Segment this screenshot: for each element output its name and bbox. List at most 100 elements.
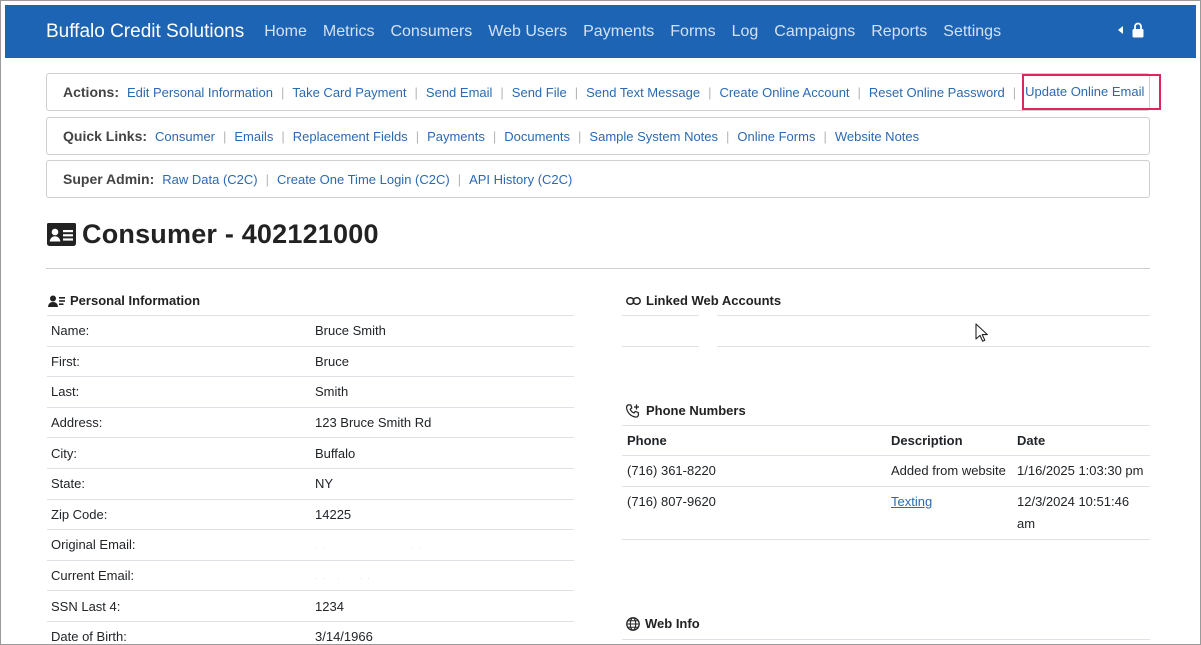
phone-value: (716) 361-8220 [622, 455, 886, 487]
separator: | [414, 84, 418, 100]
nav-right-tools [1118, 22, 1144, 38]
create-one-time-login-link[interactable]: Create One Time Login (C2C) [277, 172, 450, 187]
divider [622, 639, 1150, 640]
send-email-link[interactable]: Send Email [426, 85, 492, 100]
field-value: Bruce [311, 345, 574, 377]
separator: | [500, 84, 504, 100]
field-label: Date of Birth: [47, 620, 311, 645]
linked-accounts-row [622, 315, 1150, 347]
nav-home[interactable]: Home [256, 23, 315, 41]
mouse-pointer-icon [975, 323, 988, 342]
quick-link-online-forms[interactable]: Online Forms [737, 129, 815, 144]
row-gap [699, 315, 717, 318]
field-value: 1234 [311, 590, 574, 622]
personal-info-heading: Personal Information [48, 293, 200, 308]
web-info-title: Web Info [645, 616, 700, 631]
caret-left-icon[interactable] [1118, 26, 1123, 34]
separator: | [574, 84, 579, 100]
separator: | [708, 84, 712, 100]
nav-campaigns[interactable]: Campaigns [766, 23, 863, 41]
field-label: Zip Code: [47, 498, 311, 530]
personal-info-title: Personal Information [70, 293, 201, 308]
separator: | [223, 128, 227, 144]
linked-web-accounts-title: Linked Web Accounts [646, 293, 782, 308]
quick-link-website-notes[interactable]: Website Notes [835, 129, 919, 144]
separator: | [265, 171, 270, 187]
table-row: Last: Smith [47, 376, 574, 408]
reset-online-password-link[interactable]: Reset Online Password [869, 85, 1005, 100]
nav-settings[interactable]: Settings [935, 23, 1009, 41]
field-label: Original Email: [47, 529, 311, 561]
quick-link-replacement-fields[interactable]: Replacement Fields [293, 129, 408, 144]
date-value: 1/16/2025 1:03:30 pm [1012, 455, 1150, 487]
send-file-link[interactable]: Send File [512, 85, 567, 100]
nav-forms[interactable]: Forms [662, 23, 723, 41]
quick-link-emails[interactable]: Emails [234, 129, 273, 144]
table-row: Current Email: · · · · · [47, 559, 574, 591]
nav-metrics[interactable]: Metrics [315, 23, 383, 41]
table-row: State: NY [47, 467, 574, 500]
field-value: 14225 [311, 498, 574, 530]
table-row: SSN Last 4: 1234 [47, 590, 574, 622]
web-info-heading: Web Info [626, 616, 700, 631]
separator: | [1012, 84, 1017, 100]
table-row: Name: Bruce Smith [47, 315, 574, 347]
table-row: Original Email: · · · · [47, 529, 574, 561]
nav-payments[interactable]: Payments [575, 23, 662, 41]
table-row: Date of Birth: 3/14/1966 [47, 620, 574, 645]
super-admin-label: Super Admin: [63, 171, 155, 187]
field-value: Bruce Smith [311, 315, 574, 347]
texting-link[interactable]: Texting [891, 494, 932, 509]
quick-link-sample-system-notes[interactable]: Sample System Notes [589, 129, 718, 144]
raw-data-link[interactable]: Raw Data (C2C) [162, 172, 257, 187]
field-label: Current Email: [47, 559, 311, 591]
api-history-link[interactable]: API History (C2C) [469, 172, 572, 187]
create-online-account-link[interactable]: Create Online Account [719, 85, 849, 100]
nav-log[interactable]: Log [724, 23, 767, 41]
take-card-payment-link[interactable]: Take Card Payment [292, 85, 406, 100]
update-online-email-link[interactable]: Update Online Email [1022, 74, 1162, 110]
linked-web-accounts-heading: Linked Web Accounts [626, 293, 781, 308]
field-value: NY [311, 467, 574, 500]
field-label: Address: [47, 406, 311, 438]
row-gap [699, 344, 717, 347]
top-navbar: Buffalo Credit Solutions Home Metrics Co… [5, 5, 1196, 58]
separator: | [578, 128, 582, 144]
redacted-mark: · · · · [315, 545, 423, 552]
brand-name[interactable]: Buffalo Credit Solutions [46, 21, 244, 43]
table-row: City: Buffalo [47, 437, 574, 469]
separator: | [280, 84, 285, 100]
lock-icon[interactable] [1132, 22, 1144, 38]
link-icon [626, 296, 641, 305]
table-row: Zip Code: 14225 [47, 498, 574, 530]
date-value: 12/3/2024 10:51:46 am [1012, 486, 1150, 540]
table-row: First: Bruce [47, 345, 574, 377]
field-label: Name: [47, 315, 311, 347]
field-value: 123 Bruce Smith Rd [311, 406, 574, 438]
field-label: Last: [47, 376, 311, 408]
field-label: First: [47, 345, 311, 377]
description-value: Added from website [886, 455, 1012, 487]
nav-web-users[interactable]: Web Users [480, 23, 575, 41]
quick-link-payments[interactable]: Payments [427, 129, 485, 144]
personal-info-table: Name: Bruce Smith First: Bruce Last: Smith … [47, 315, 574, 645]
actions-bar: Actions: Edit Personal Information | Tak… [46, 73, 1162, 111]
original-email-value-redacted: · · · · [311, 529, 574, 561]
quick-link-documents[interactable]: Documents [504, 129, 570, 144]
current-email-value-redacted: · · · · · [311, 559, 574, 591]
nav-consumers[interactable]: Consumers [382, 23, 480, 41]
user-list-icon [48, 295, 65, 307]
send-text-message-link[interactable]: Send Text Message [586, 85, 700, 100]
separator: | [281, 128, 285, 144]
id-card-icon [47, 223, 76, 246]
redacted-mark: · · · · · [315, 576, 372, 583]
phone-numbers-heading: Phone Numbers [626, 403, 746, 418]
separator: | [457, 171, 462, 187]
nav-reports[interactable]: Reports [863, 23, 935, 41]
field-value: Smith [311, 376, 574, 408]
quick-link-consumer[interactable]: Consumer [155, 129, 215, 144]
phone-plus-icon [626, 403, 640, 418]
edit-personal-info-link[interactable]: Edit Personal Information [127, 85, 273, 100]
phone-numbers-title: Phone Numbers [646, 403, 746, 418]
phone-numbers-table: Phone Description Date (716) 361-8220 Ad… [622, 425, 1150, 540]
